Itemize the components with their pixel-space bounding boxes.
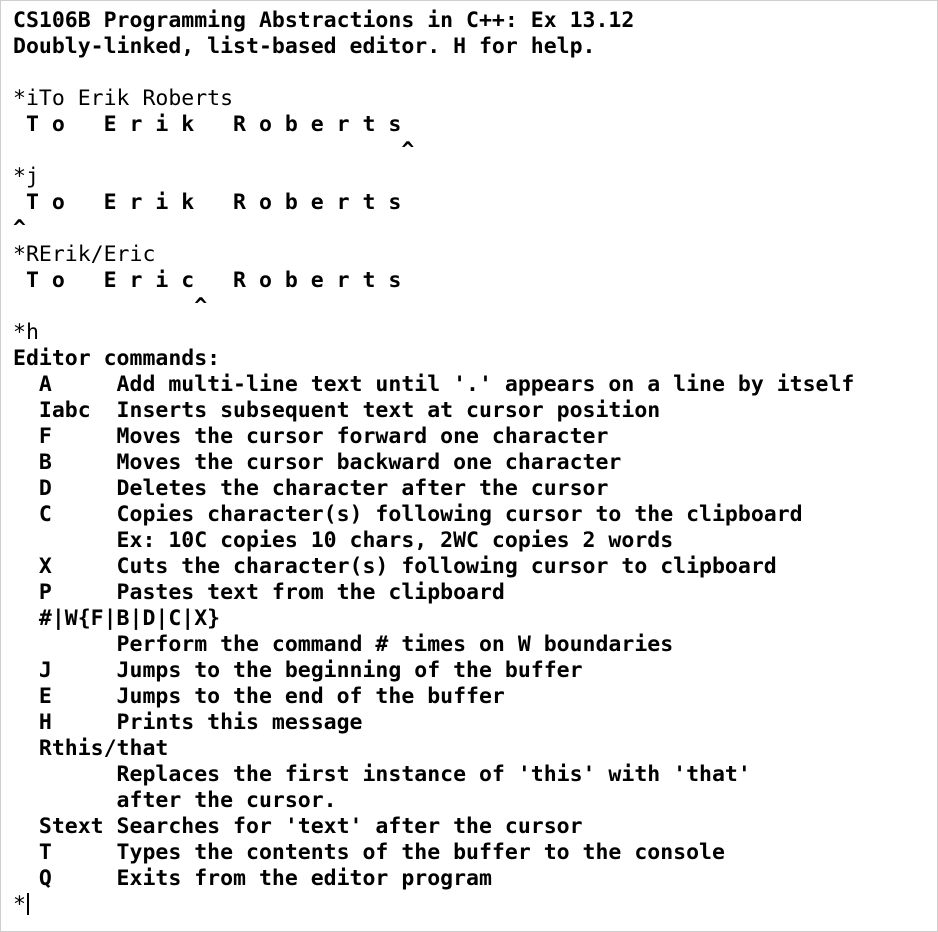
buffer-display-line: T o E r i k R o b e r t s [13, 190, 402, 215]
cursor-marker-line: ^ [13, 294, 208, 319]
help-command-line: #|W{F|B|D|C|X} [13, 606, 221, 631]
help-command-line: Q Exits from the editor program [13, 866, 492, 891]
help-command-line: T Types the contents of the buffer to th… [13, 840, 725, 865]
buffer-display-line: T o E r i k R o b e r t s [13, 112, 402, 137]
cursor-marker-line: ^ [13, 138, 415, 163]
text-cursor [26, 893, 29, 915]
prompt-symbol: * [13, 892, 26, 917]
console-output[interactable]: CS106B Programming Abstractions in C++: … [13, 8, 933, 918]
help-command-line: P Pastes text from the clipboard [13, 580, 505, 605]
user-input-line: *j [13, 164, 39, 189]
help-command-line: B Moves the cursor backward one characte… [13, 450, 622, 475]
user-input-line: *h [13, 320, 39, 345]
help-command-line: after the cursor. [13, 788, 337, 813]
buffer-display-line: T o E r i c R o b e r t s [13, 268, 402, 293]
help-command-line: Ex: 10C copies 10 chars, 2WC copies 2 wo… [13, 528, 674, 553]
help-command-line: F Moves the cursor forward one character [13, 424, 609, 449]
help-command-line: E Jumps to the end of the buffer [13, 684, 505, 709]
help-command-line: Iabc Inserts subsequent text at cursor p… [13, 398, 661, 423]
header-subtitle-line: Doubly-linked, list-based editor. H for … [13, 34, 596, 59]
help-command-line: A Add multi-line text until '.' appears … [13, 372, 855, 397]
help-command-line: Rthis/that [13, 736, 169, 761]
cursor-marker-line: ^ [13, 216, 26, 241]
prompt-line[interactable]: * [13, 892, 933, 918]
header-title-line: CS106B Programming Abstractions in C++: … [13, 8, 635, 33]
help-command-line: C Copies character(s) following cursor t… [13, 502, 803, 527]
help-command-line: J Jumps to the beginning of the buffer [13, 658, 583, 683]
help-command-line: Perform the command # times on W boundar… [13, 632, 674, 657]
help-command-line: X Cuts the character(s) following cursor… [13, 554, 777, 579]
help-command-line: D Deletes the character after the cursor [13, 476, 609, 501]
help-heading: Editor commands: [13, 346, 221, 371]
user-input-line: *RErik/Eric [13, 242, 156, 267]
help-command-line: Replaces the first instance of 'this' wi… [13, 762, 751, 787]
console-window: CS106B Programming Abstractions in C++: … [0, 0, 938, 932]
help-command-line: Stext Searches for 'text' after the curs… [13, 814, 583, 839]
user-input-line: *iTo Erik Roberts [13, 86, 234, 111]
help-command-line: H Prints this message [13, 710, 363, 735]
